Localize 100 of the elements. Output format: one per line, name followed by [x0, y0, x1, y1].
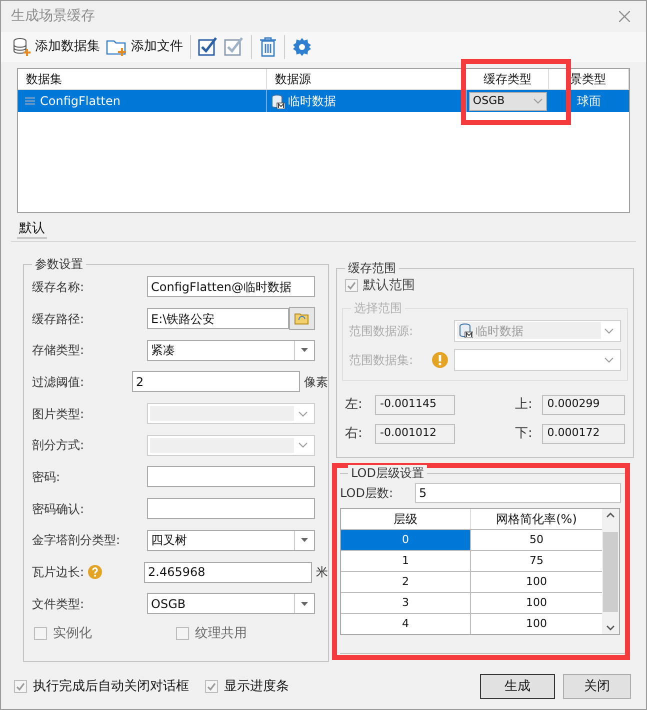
- table-cell-text: 50: [528, 532, 544, 548]
- field-label: 范围数据集:: [349, 352, 414, 368]
- table-cell[interactable]: 1: [341, 551, 471, 571]
- dataset-dropdown[interactable]: [454, 348, 621, 370]
- table-cell-text: 100: [525, 594, 548, 611]
- table-cell-text: ConfigFlatten: [40, 93, 120, 110]
- toolbar-button[interactable]: 添加文件: [105, 34, 184, 60]
- group-title: 参数设置: [32, 256, 86, 272]
- table-cell[interactable]: 2: [341, 572, 471, 592]
- toolbar-button[interactable]: 添加数据集: [11, 34, 101, 60]
- database-add-icon: [12, 37, 32, 57]
- field-label: 图片类型:: [32, 406, 84, 423]
- checkbox[interactable]: [345, 279, 358, 292]
- checkbox-checked-icon: [224, 37, 244, 57]
- checkbox[interactable]: [176, 626, 189, 640]
- dropdown-arrow-icon: [301, 348, 308, 352]
- checkbox-checked-icon: [198, 37, 218, 57]
- text-field[interactable]: [147, 498, 315, 520]
- table-cell[interactable]: 3: [341, 593, 471, 613]
- chevron-down-icon: [604, 356, 614, 362]
- chevron-down-icon: [532, 98, 543, 104]
- column-header[interactable]: 缓存类型: [466, 69, 550, 89]
- table-cell-text: 100: [525, 616, 548, 632]
- dialog-button[interactable]: 生成: [480, 674, 555, 699]
- table-row[interactable]: ConfigFlatten 临时数据 OSGB 球面: [18, 90, 629, 112]
- chevron-down-icon: [604, 328, 614, 334]
- chevron-down-icon: [298, 410, 308, 417]
- field-label: 范围数据源:: [349, 322, 414, 340]
- dataset-icon: [24, 96, 36, 106]
- folder-icon: [294, 312, 310, 326]
- text-field[interactable]: [147, 466, 315, 488]
- dropdown-value: 临时数据: [476, 322, 524, 340]
- text-field[interactable]: ConfigFlatten@临时数据: [147, 276, 315, 298]
- bound-field[interactable]: 0.000172: [542, 424, 625, 444]
- table-cell-text: 75: [528, 552, 544, 569]
- field-label: 瓦片边长:: [32, 564, 84, 582]
- text-field[interactable]: 2: [132, 371, 300, 392]
- field-label: 缓存路径:: [32, 310, 84, 328]
- dropdown[interactable]: [147, 403, 315, 424]
- table-cell[interactable]: 0: [341, 530, 471, 550]
- dropdown-arrow-icon: [301, 538, 308, 542]
- cache-type-dropdown[interactable]: OSGB: [468, 92, 547, 110]
- browse-button[interactable]: [289, 307, 315, 330]
- bound-field[interactable]: -0.001145: [375, 394, 455, 414]
- trash-icon: [259, 37, 277, 57]
- bound-field[interactable]: -0.001012: [375, 424, 455, 444]
- group-title: LOD层级设置: [348, 465, 427, 481]
- database-icon: [271, 94, 286, 108]
- table-cell-text: 100: [525, 574, 548, 590]
- dialog-button[interactable]: 关闭: [563, 674, 631, 699]
- column-header[interactable]: 数据集: [18, 69, 268, 89]
- unit-label: 像素: [304, 374, 328, 391]
- unit-label: 米: [316, 564, 328, 582]
- dropdown[interactable]: 紧凑: [147, 340, 315, 361]
- field-label: 金字塔剖分类型:: [32, 532, 120, 550]
- warning-icon: [432, 352, 448, 368]
- field-label: 剖分方式:: [32, 437, 84, 454]
- checkbox[interactable]: [14, 680, 27, 693]
- checkbox-label: 实例化: [53, 624, 92, 643]
- field-label: 存储类型:: [32, 342, 84, 360]
- scroll-up-icon[interactable]: [606, 512, 615, 518]
- table-cell-text: 临时数据: [288, 93, 336, 110]
- checkbox-label: 执行完成后自动关闭对话框: [33, 678, 189, 696]
- scrollbar[interactable]: [602, 509, 619, 634]
- field-label: 过滤阈值:: [32, 374, 84, 391]
- settings-icon: [292, 37, 312, 57]
- group-title: 缓存范围: [345, 260, 399, 276]
- close-icon[interactable]: [619, 11, 630, 22]
- window-title: 生成场景缓存: [11, 7, 95, 26]
- dropdown[interactable]: 四叉树: [147, 530, 315, 551]
- bound-label: 下:: [515, 424, 534, 443]
- checkbox-label: 纹理共用: [195, 624, 247, 643]
- column-header[interactable]: 数据源: [267, 69, 466, 89]
- column-header[interactable]: 层级: [341, 509, 471, 529]
- checkbox[interactable]: [205, 680, 218, 693]
- checkbox[interactable]: [34, 626, 47, 640]
- table-cell-text: 球面: [577, 93, 602, 110]
- text-field[interactable]: 2.465968: [144, 562, 312, 583]
- database-icon: [458, 323, 473, 338]
- field-label: 文件类型:: [32, 596, 84, 613]
- dropdown[interactable]: OSGB: [147, 593, 315, 614]
- field-label: 密码确认:: [32, 500, 84, 518]
- field-label: LOD层数:: [340, 485, 394, 502]
- path-field[interactable]: E:\铁路公安: [147, 308, 289, 330]
- bound-label: 左:: [345, 396, 364, 414]
- lod-count-field[interactable]: 5: [415, 483, 621, 503]
- bound-field[interactable]: 0.000299: [542, 394, 625, 414]
- tab[interactable]: 默认: [17, 219, 47, 239]
- scroll-down-icon[interactable]: [606, 625, 615, 631]
- bound-label: 右:: [345, 424, 364, 443]
- group-title: 选择范围: [351, 300, 405, 316]
- field-label: 缓存名称:: [32, 278, 84, 296]
- column-header[interactable]: 景类型: [549, 69, 629, 89]
- dropdown-arrow-icon: [301, 602, 308, 606]
- field-label: 密码:: [32, 468, 60, 486]
- column-header[interactable]: 网格简化率(%): [471, 509, 602, 529]
- checkbox-label: 默认范围: [363, 277, 415, 295]
- dropdown[interactable]: [147, 434, 315, 456]
- checkbox-label: 显示进度条: [224, 678, 289, 696]
- table-cell[interactable]: 4: [341, 614, 471, 634]
